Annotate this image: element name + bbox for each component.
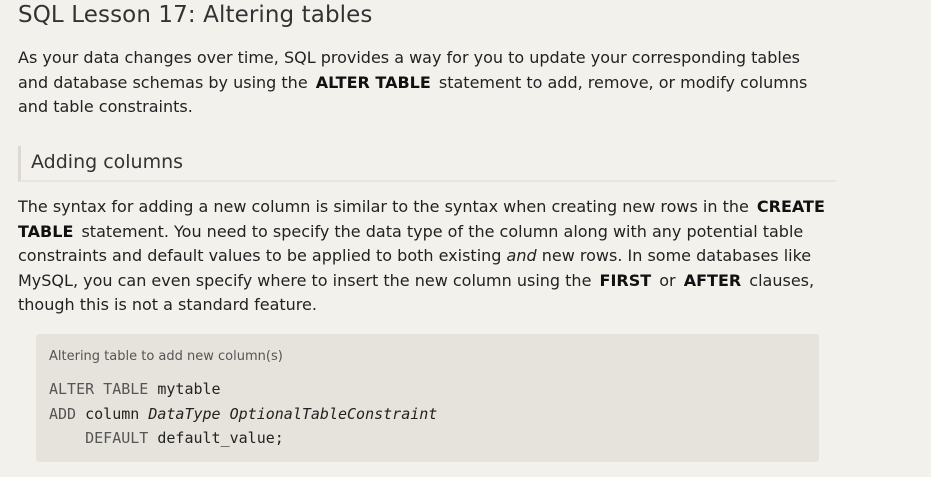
body-emphasis: and [506, 246, 537, 265]
body-text-or: or [659, 270, 676, 290]
code-alter-table-keyword: ALTER TABLE [49, 380, 149, 398]
code-line-3: DEFAULT default_value; [49, 429, 284, 447]
code-example-box: Altering table to add new column(s) ALTE… [36, 334, 819, 462]
body-text-1: The syntax for adding a new column is si… [18, 197, 749, 216]
first-keyword: FIRST [599, 270, 652, 290]
code-line-1: ALTER TABLE mytable [49, 380, 221, 398]
section-title: Adding columns [31, 151, 184, 173]
code-default-keyword: DEFAULT [85, 429, 149, 447]
after-keyword: AFTER [683, 270, 742, 290]
code-constraint: OptionalTableConstraint [229, 404, 438, 423]
code-line-2: ADD column DataType OptionalTableConstra… [49, 405, 437, 423]
code-table-name: mytable [157, 380, 221, 398]
code-add-keyword: ADD [49, 404, 77, 423]
body-paragraph: The syntax for adding a new column is si… [18, 195, 828, 318]
alter-table-keyword: ALTER TABLE [315, 72, 431, 92]
code-block: ALTER TABLE mytable ADD column DataType … [49, 377, 437, 451]
code-caption: Altering table to add new column(s) [49, 349, 283, 364]
intro-paragraph: As your data changes over time, SQL prov… [18, 46, 818, 120]
code-default-value: default_value; [157, 429, 284, 447]
section-header: Adding columns [18, 146, 836, 182]
code-column-word: column [85, 404, 140, 423]
code-datatype: DataType [148, 404, 221, 423]
lesson-page: SQL Lesson 17: Altering tables As your d… [0, 0, 931, 477]
page-title: SQL Lesson 17: Altering tables [18, 2, 373, 28]
